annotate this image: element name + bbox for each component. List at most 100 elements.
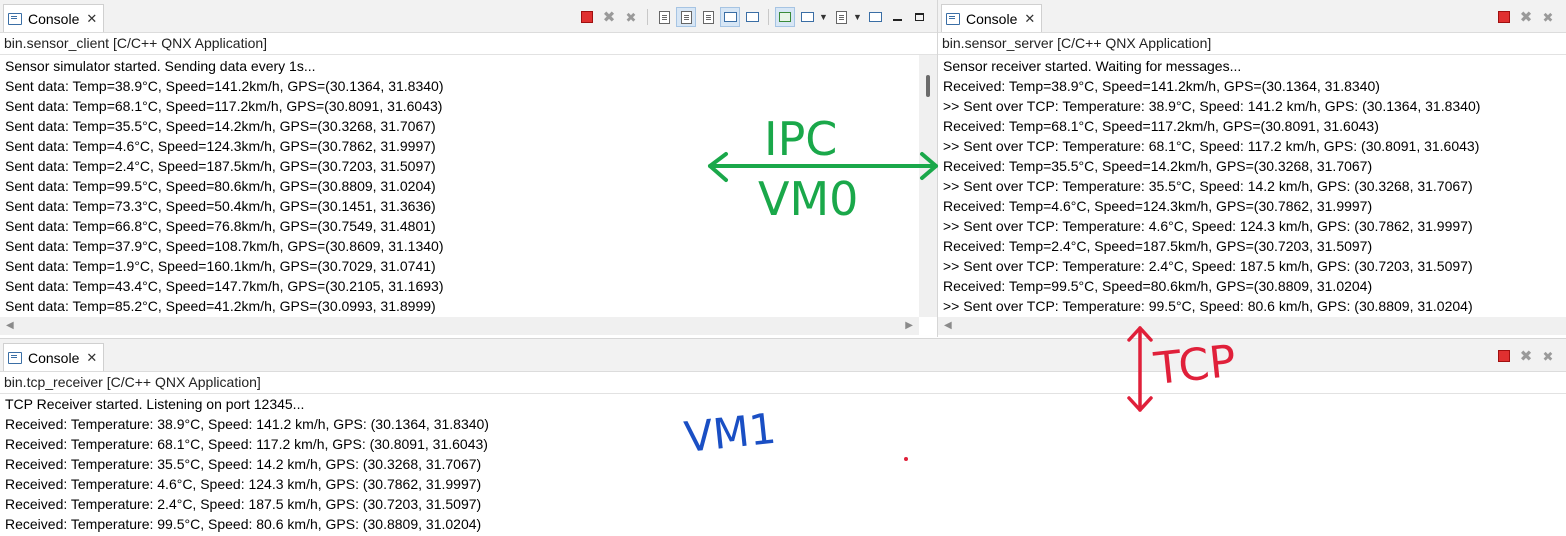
remove-launch-icon: ✖ (1519, 8, 1533, 26)
console-pane-sensor-client: Console ✕ ✖ ✖ ▼ ▼ bin.sensor_client [C/C… (0, 0, 938, 337)
tab-console[interactable]: Console ✕ (941, 4, 1043, 32)
open-console-icon (835, 10, 847, 24)
console-output[interactable]: Sensor simulator started. Sending data e… (0, 55, 919, 318)
word-wrap-icon (702, 10, 714, 24)
console-output[interactable]: Sensor receiver started. Waiting for mes… (938, 55, 1566, 318)
console-toolbar: ✖ ✖ (1494, 346, 1558, 366)
console-line: Received: Temperature: 38.9°C, Speed: 14… (5, 416, 489, 432)
terminate-button[interactable] (1494, 7, 1514, 27)
view-menu-icon (868, 12, 882, 22)
scrollbar-thumb[interactable] (926, 75, 930, 97)
chevron-down-icon: ▼ (819, 12, 828, 22)
close-icon[interactable]: ✕ (86, 350, 97, 366)
toolbar-separator (647, 9, 648, 25)
chevron-down-icon: ▼ (853, 12, 862, 22)
toolbar-separator (768, 9, 769, 25)
console-output[interactable]: TCP Receiver started. Listening on port … (0, 393, 1566, 536)
console-line: Sent data: Temp=37.9°C, Speed=108.7km/h,… (5, 238, 444, 254)
remove-launch-icon: ✖ (1519, 347, 1533, 365)
console-line: Received: Temperature: 99.5°C, Speed: 80… (5, 516, 482, 532)
console-line: >> Sent over TCP: Temperature: 4.6°C, Sp… (943, 218, 1473, 234)
console-line: Received: Temp=68.1°C, Speed=117.2km/h, … (943, 118, 1379, 134)
console-line: Received: Temperature: 68.1°C, Speed: 11… (5, 436, 488, 452)
display-selected-console-button[interactable] (797, 7, 817, 27)
remove-all-terminated-icon: ✖ (1542, 9, 1554, 25)
remove-all-terminated-button[interactable]: ✖ (621, 7, 641, 27)
remove-all-terminated-button[interactable]: ✖ (1538, 7, 1558, 27)
console-line: Received: Temp=2.4°C, Speed=187.5km/h, G… (943, 238, 1373, 254)
console-pane-tcp-receiver: Console ✕ ✖ ✖ bin.tcp_receiver [C/C++ QN… (0, 338, 1566, 536)
console-icon (8, 12, 22, 25)
show-on-stdout-button[interactable] (720, 7, 740, 27)
console-line: Received: Temperature: 2.4°C, Speed: 187… (5, 496, 482, 512)
console-line: >> Sent over TCP: Temperature: 99.5°C, S… (943, 298, 1473, 314)
process-title: bin.sensor_client [C/C++ QNX Application… (0, 33, 937, 55)
console-line: Sent data: Temp=99.5°C, Speed=80.6km/h, … (5, 178, 436, 194)
maximize-button[interactable] (909, 7, 929, 27)
console-toolbar: ✖ ✖ ▼ ▼ (577, 7, 929, 27)
console-pane-sensor-server: Console ✕ ✖ ✖ bin.sensor_server [C/C++ Q… (938, 0, 1566, 337)
terminate-icon (581, 11, 593, 23)
terminate-button[interactable] (577, 7, 597, 27)
console-line: Sent data: Temp=66.8°C, Speed=76.8km/h, … (5, 218, 436, 234)
remove-launch-button[interactable]: ✖ (1516, 346, 1536, 366)
console-line: >> Sent over TCP: Temperature: 35.5°C, S… (943, 178, 1473, 194)
vertical-scrollbar[interactable] (919, 55, 937, 317)
minimize-button[interactable] (887, 7, 907, 27)
show-on-stdout-icon (723, 12, 737, 22)
console-toolbar: ✖ ✖ (1494, 7, 1558, 27)
pin-console-button[interactable] (775, 7, 795, 27)
remove-all-terminated-icon: ✖ (1542, 348, 1554, 364)
scroll-left-icon[interactable]: ◀ (944, 320, 952, 331)
tab-bar: Console ✕ ✖ ✖ (938, 0, 1566, 33)
console-line: Sent data: Temp=85.2°C, Speed=41.2km/h, … (5, 298, 436, 314)
process-title: bin.tcp_receiver [C/C++ QNX Application] (0, 372, 1566, 394)
scroll-lock-icon (680, 10, 692, 24)
tab-label: Console (28, 10, 80, 27)
remove-launch-icon: ✖ (602, 8, 616, 26)
remove-all-terminated-icon: ✖ (625, 9, 637, 25)
console-line: Sent data: Temp=43.4°C, Speed=147.7km/h,… (5, 278, 444, 294)
view-menu-button[interactable] (865, 7, 885, 27)
console-icon (946, 12, 960, 25)
close-icon[interactable]: ✕ (86, 11, 97, 27)
console-line: Received: Temperature: 35.5°C, Speed: 14… (5, 456, 482, 472)
console-line: TCP Receiver started. Listening on port … (5, 396, 305, 412)
maximize-icon (914, 13, 924, 21)
console-line: >> Sent over TCP: Temperature: 68.1°C, S… (943, 138, 1480, 154)
terminate-button[interactable] (1494, 346, 1514, 366)
close-icon[interactable]: ✕ (1024, 11, 1035, 27)
remove-all-terminated-button[interactable]: ✖ (1538, 346, 1558, 366)
horizontal-scrollbar[interactable]: ◀ (938, 317, 1566, 335)
minimize-icon (892, 19, 902, 21)
clear-console-button[interactable] (654, 7, 674, 27)
clear-console-icon (658, 10, 670, 24)
console-line: Sent data: Temp=2.4°C, Speed=187.5km/h, … (5, 158, 436, 174)
tab-bar: Console ✕ ✖ ✖ ▼ ▼ (0, 0, 937, 33)
process-title: bin.sensor_server [C/C++ QNX Application… (938, 33, 1566, 55)
tab-label: Console (966, 10, 1018, 27)
open-console-button[interactable] (831, 7, 851, 27)
tab-bar: Console ✕ ✖ ✖ (0, 339, 1566, 372)
pin-console-icon (779, 12, 791, 22)
scroll-left-icon[interactable]: ◀ (6, 320, 14, 331)
console-line: Sent data: Temp=38.9°C, Speed=141.2km/h,… (5, 78, 444, 94)
terminate-icon (1498, 350, 1510, 362)
console-icon (8, 351, 22, 364)
tab-console[interactable]: Console ✕ (3, 4, 105, 32)
console-line: Sent data: Temp=4.6°C, Speed=124.3km/h, … (5, 138, 436, 154)
word-wrap-button[interactable] (698, 7, 718, 27)
scroll-lock-button[interactable] (676, 7, 696, 27)
terminate-icon (1498, 11, 1510, 23)
open-console-dropdown[interactable]: ▼ (853, 7, 863, 27)
remove-launch-button[interactable]: ✖ (599, 7, 619, 27)
display-selected-console-dropdown[interactable]: ▼ (819, 7, 829, 27)
tab-console[interactable]: Console ✕ (3, 343, 105, 371)
show-on-stderr-button[interactable] (742, 7, 762, 27)
display-selected-console-icon (800, 12, 814, 22)
horizontal-scrollbar[interactable]: ◀ ▶ (0, 317, 919, 335)
scroll-right-icon[interactable]: ▶ (905, 320, 913, 331)
console-line: Received: Temperature: 4.6°C, Speed: 124… (5, 476, 482, 492)
remove-launch-button[interactable]: ✖ (1516, 7, 1536, 27)
console-line: Sensor receiver started. Waiting for mes… (943, 58, 1242, 74)
